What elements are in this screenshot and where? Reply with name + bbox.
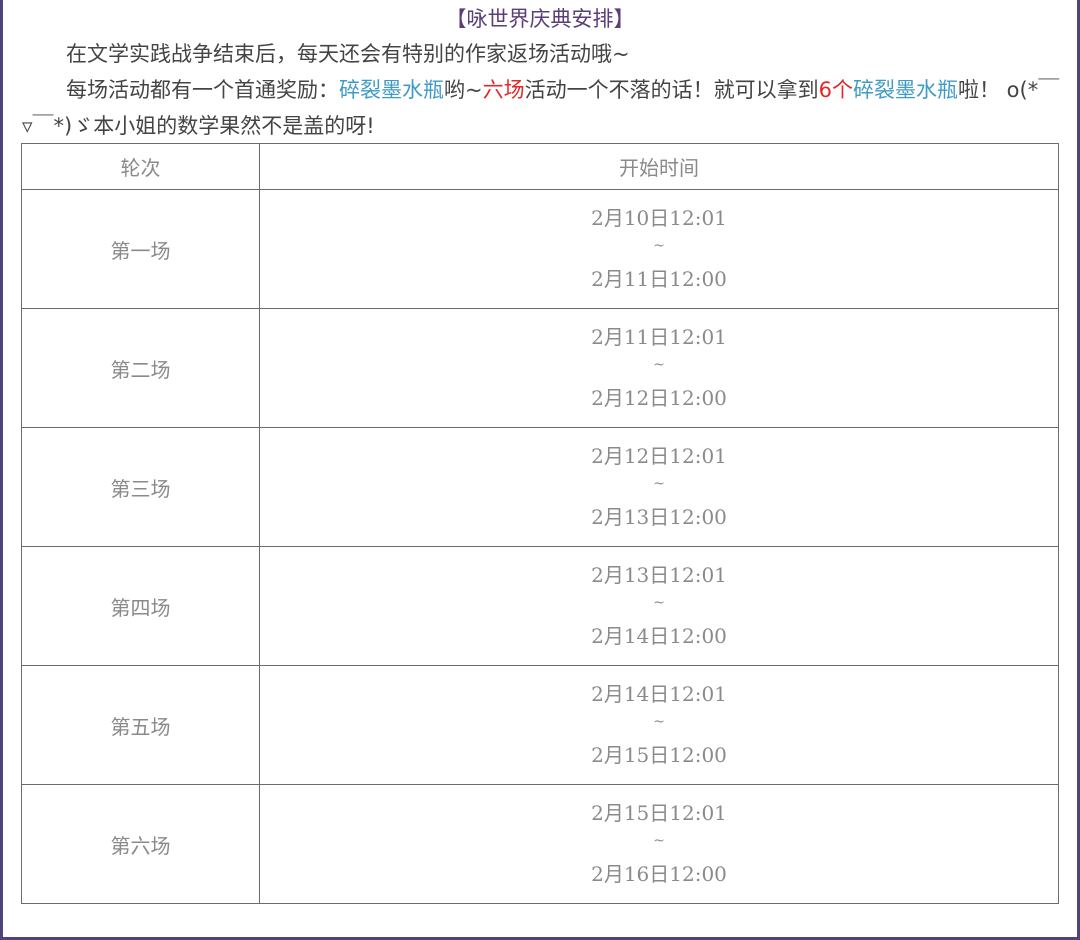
intro-paragraph-2: 每场活动都有一个首通奖励：碎裂墨水瓶哟~六场活动一个不落的话！就可以拿到6个碎裂… (22, 72, 1062, 144)
start-time: 2月15日12:01 (591, 801, 727, 825)
time-separator: ~ (653, 595, 665, 611)
round-cell: 第五场 (21, 665, 260, 785)
start-time: 2月13日12:01 (591, 563, 727, 587)
round-cell: 第四场 (21, 546, 260, 666)
end-time: 2月14日12:00 (591, 624, 727, 648)
header-round: 轮次 (21, 143, 260, 190)
reward-item-name: 碎裂墨水瓶 (339, 78, 444, 102)
intro-text: 活动一个不落的话！就可以拿到 (524, 78, 819, 102)
round-cell: 第六场 (21, 784, 260, 904)
start-time: 2月12日12:01 (591, 444, 727, 468)
end-time: 2月12日12:00 (591, 386, 727, 410)
table-row: 第二场 2月11日12:01 ~ 2月12日12:00 (21, 308, 1059, 428)
time-separator: ~ (653, 238, 665, 254)
time-cell: 2月11日12:01 ~ 2月12日12:00 (259, 308, 1059, 428)
round-cell: 第二场 (21, 308, 260, 428)
end-time: 2月15日12:00 (591, 743, 727, 767)
schedule-table: 轮次 开始时间 第一场 2月10日12:01 ~ 2月11日12:00 第二场 … (21, 143, 1059, 904)
table-row: 第六场 2月15日12:01 ~ 2月16日12:00 (21, 784, 1059, 904)
reward-item-name: 碎裂墨水瓶 (852, 78, 958, 102)
end-time: 2月16日12:00 (591, 862, 727, 886)
table-row: 第一场 2月10日12:01 ~ 2月11日12:00 (21, 189, 1059, 309)
header-start-time: 开始时间 (259, 143, 1059, 190)
intro-text: 每场活动都有一个首通奖励： (66, 78, 339, 102)
time-cell: 2月15日12:01 ~ 2月16日12:00 (259, 784, 1059, 904)
intro-text: 哟~ (444, 78, 483, 102)
time-separator: ~ (653, 833, 665, 849)
round-cell: 第三场 (21, 427, 260, 547)
start-time: 2月11日12:01 (591, 325, 727, 349)
time-cell: 2月14日12:01 ~ 2月15日12:00 (259, 665, 1059, 785)
table-row: 第四场 2月13日12:01 ~ 2月14日12:00 (21, 546, 1059, 666)
time-cell: 2月13日12:01 ~ 2月14日12:00 (259, 546, 1059, 666)
page-title: 【咏世界庆典安排】 (445, 7, 635, 31)
time-separator: ~ (653, 476, 665, 492)
time-cell: 2月10日12:01 ~ 2月11日12:00 (259, 189, 1059, 309)
table-header-row: 轮次 开始时间 (21, 143, 1059, 190)
round-cell: 第一场 (21, 189, 260, 309)
start-time: 2月10日12:01 (591, 206, 727, 230)
start-time: 2月14日12:01 (591, 682, 727, 706)
time-cell: 2月12日12:01 ~ 2月13日12:00 (259, 427, 1059, 547)
end-time: 2月11日12:00 (591, 267, 727, 291)
round-count-highlight: 六场 (482, 78, 525, 102)
time-separator: ~ (653, 357, 665, 373)
end-time: 2月13日12:00 (591, 505, 727, 529)
table-row: 第五场 2月14日12:01 ~ 2月15日12:00 (21, 665, 1059, 785)
time-separator: ~ (653, 714, 665, 730)
intro-paragraph-1: 在文学实践战争结束后，每天还会有特别的作家返场活动哦~ (66, 42, 630, 66)
table-row: 第三场 2月12日12:01 ~ 2月13日12:00 (21, 427, 1059, 547)
reward-count-highlight: 6个 (818, 78, 853, 102)
